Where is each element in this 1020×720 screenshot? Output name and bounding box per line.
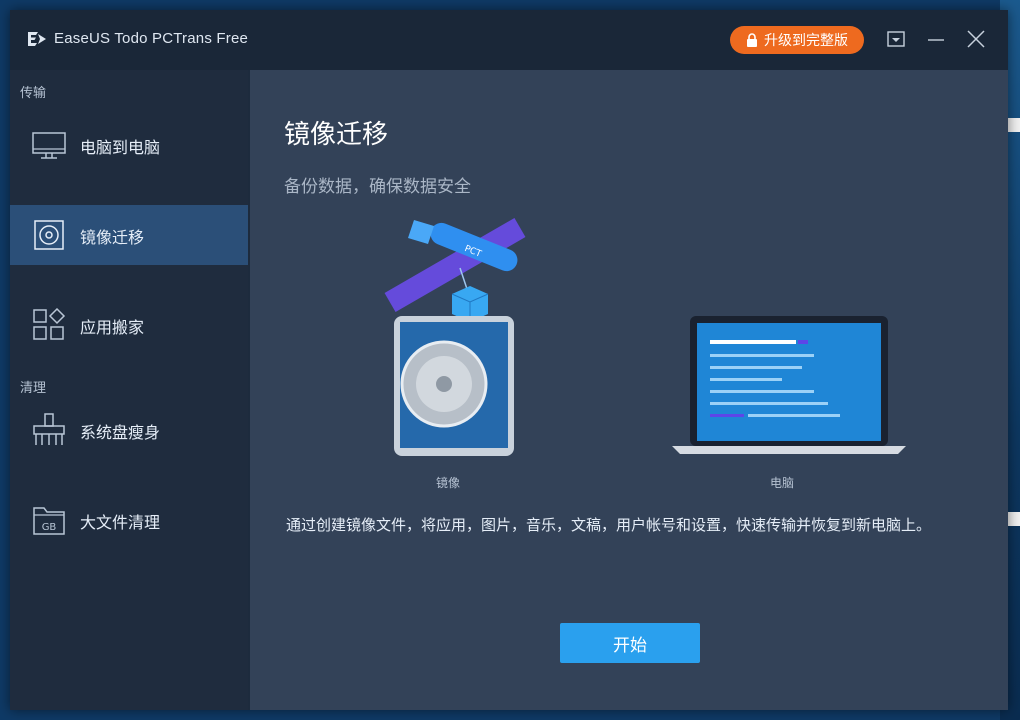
sidebar: 传输 电脑到电脑 镜像迁移 应用搬家 清理 系统盘瘦身 GB 大文件清理 — [10, 70, 248, 710]
section-label-transfer: 传输 — [20, 86, 47, 101]
page-subtitle: 备份数据，确保数据安全 — [284, 177, 471, 197]
section-label-cleanup: 清理 — [20, 381, 47, 396]
sidebar-item-pc-to-pc[interactable]: 电脑到电脑 — [10, 115, 248, 175]
main-content: 镜像迁移 备份数据，确保数据安全 PCT 镜像 电脑 通过创建镜像文件，将应用，… — [250, 70, 1008, 710]
title-bar: EaseUS Todo PCTrans Free 升级到完整版 — [10, 10, 1008, 70]
page-title: 镜像迁移 — [284, 120, 389, 150]
tablet-device — [394, 316, 514, 456]
sidebar-item-system-disk-slim[interactable]: 系统盘瘦身 — [10, 400, 248, 460]
gb-folder-icon: GB — [33, 507, 65, 535]
start-button[interactable]: 开始 — [560, 623, 700, 663]
start-button-label: 开始 — [613, 635, 647, 656]
satellite-icon: PCT — [384, 217, 526, 322]
illustration-caption-image: 镜像 — [436, 476, 461, 490]
disc-icon — [34, 220, 64, 250]
svg-text:GB: GB — [42, 522, 57, 533]
sidebar-item-label: 大文件清理 — [80, 513, 161, 532]
app-title: EaseUS Todo PCTrans Free — [54, 30, 249, 47]
sidebar-item-large-file-cleanup[interactable]: GB 大文件清理 — [10, 490, 248, 550]
sidebar-item-label: 镜像迁移 — [80, 228, 145, 247]
sidebar-item-label: 应用搬家 — [80, 318, 145, 337]
broom-icon — [33, 413, 65, 445]
upgrade-button[interactable]: 升级到完整版 — [730, 26, 864, 54]
sidebar-item-label: 系统盘瘦身 — [80, 423, 161, 442]
migration-illustration: PCT — [384, 217, 906, 456]
app-window: EaseUS Todo PCTrans Free 升级到完整版 传输 电脑到电脑… — [10, 10, 1008, 710]
desktop-fragment — [1006, 512, 1020, 526]
dropdown-menu-icon[interactable] — [885, 28, 907, 50]
laptop-device — [672, 316, 906, 454]
sidebar-item-image-migration[interactable]: 镜像迁移 — [10, 205, 248, 265]
upgrade-label: 升级到完整版 — [764, 33, 848, 49]
lock-icon — [747, 33, 757, 47]
feature-description: 通过创建镜像文件，将应用，图片，音乐，文稿，用户帐号和设置，快速传输并恢复到新电… — [286, 516, 932, 534]
sidebar-item-app-migration[interactable]: 应用搬家 — [10, 295, 248, 355]
close-icon[interactable] — [965, 28, 987, 50]
desktop-fragment — [1006, 118, 1020, 132]
easeus-logo-icon — [28, 32, 46, 46]
minimize-icon[interactable] — [925, 28, 947, 50]
sidebar-item-label: 电脑到电脑 — [80, 138, 161, 157]
apps-icon — [33, 308, 66, 340]
monitor-icon — [32, 132, 66, 159]
illustration-caption-pc: 电脑 — [770, 476, 795, 490]
